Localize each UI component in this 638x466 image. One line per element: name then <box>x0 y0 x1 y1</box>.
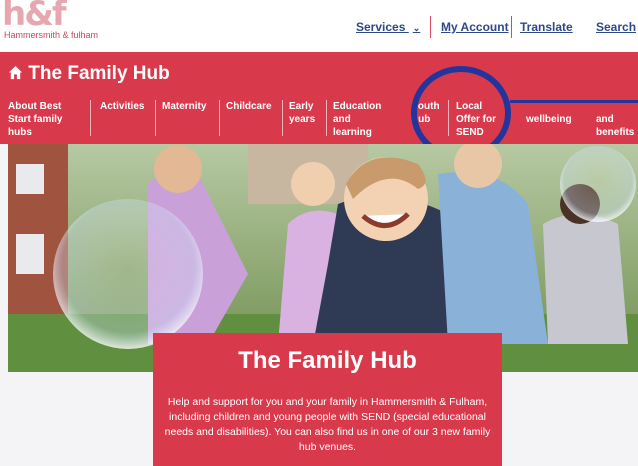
nav-wellbeing[interactable]: wellbeing <box>526 113 576 126</box>
separator <box>511 16 512 38</box>
home-icon <box>8 65 23 80</box>
hub-title-text: The Family Hub <box>28 63 170 84</box>
services-label: Services <box>356 20 406 34</box>
separator <box>430 16 431 38</box>
nav-separator <box>155 100 156 136</box>
translate-link[interactable]: Translate <box>520 20 573 34</box>
chevron-down-icon: ⌄ <box>412 23 421 33</box>
my-account-link[interactable]: My Account <box>441 20 509 34</box>
search-link[interactable]: Search <box>596 20 636 34</box>
services-link[interactable]: Services ⌄ <box>356 20 420 34</box>
nav-early-years[interactable]: Early years <box>289 100 321 126</box>
hub-title[interactable]: The Family Hub <box>8 63 170 85</box>
card-description: Help and support for you and your family… <box>164 396 491 453</box>
nav-activities[interactable]: Activities <box>100 100 150 113</box>
logo-mark: h&f <box>2 0 67 34</box>
card-title: The Family Hub <box>238 347 417 374</box>
site-header: h&f Hammersmith & fulham Services ⌄ My A… <box>0 0 638 52</box>
nav-childcare[interactable]: Childcare <box>226 100 274 113</box>
nav-education-learning[interactable]: Education and learning <box>333 100 388 139</box>
nav-separator <box>90 100 91 136</box>
hf-logo[interactable]: h&f Hammersmith & fulham <box>0 0 100 44</box>
logo-sub: Hammersmith & fulham <box>4 30 99 40</box>
nav-maternity[interactable]: Maternity <box>162 100 212 113</box>
nav-separator <box>282 100 283 136</box>
nav-benefits[interactable]: and benefits <box>596 113 636 139</box>
highlight-pointer-line <box>510 100 638 103</box>
nav-about-family-hubs[interactable]: About Best Start family hubs <box>8 100 73 139</box>
nav-separator <box>219 100 220 136</box>
hub-info-card: The Family Hub Help and support for you … <box>153 333 502 466</box>
nav-separator <box>326 100 327 136</box>
